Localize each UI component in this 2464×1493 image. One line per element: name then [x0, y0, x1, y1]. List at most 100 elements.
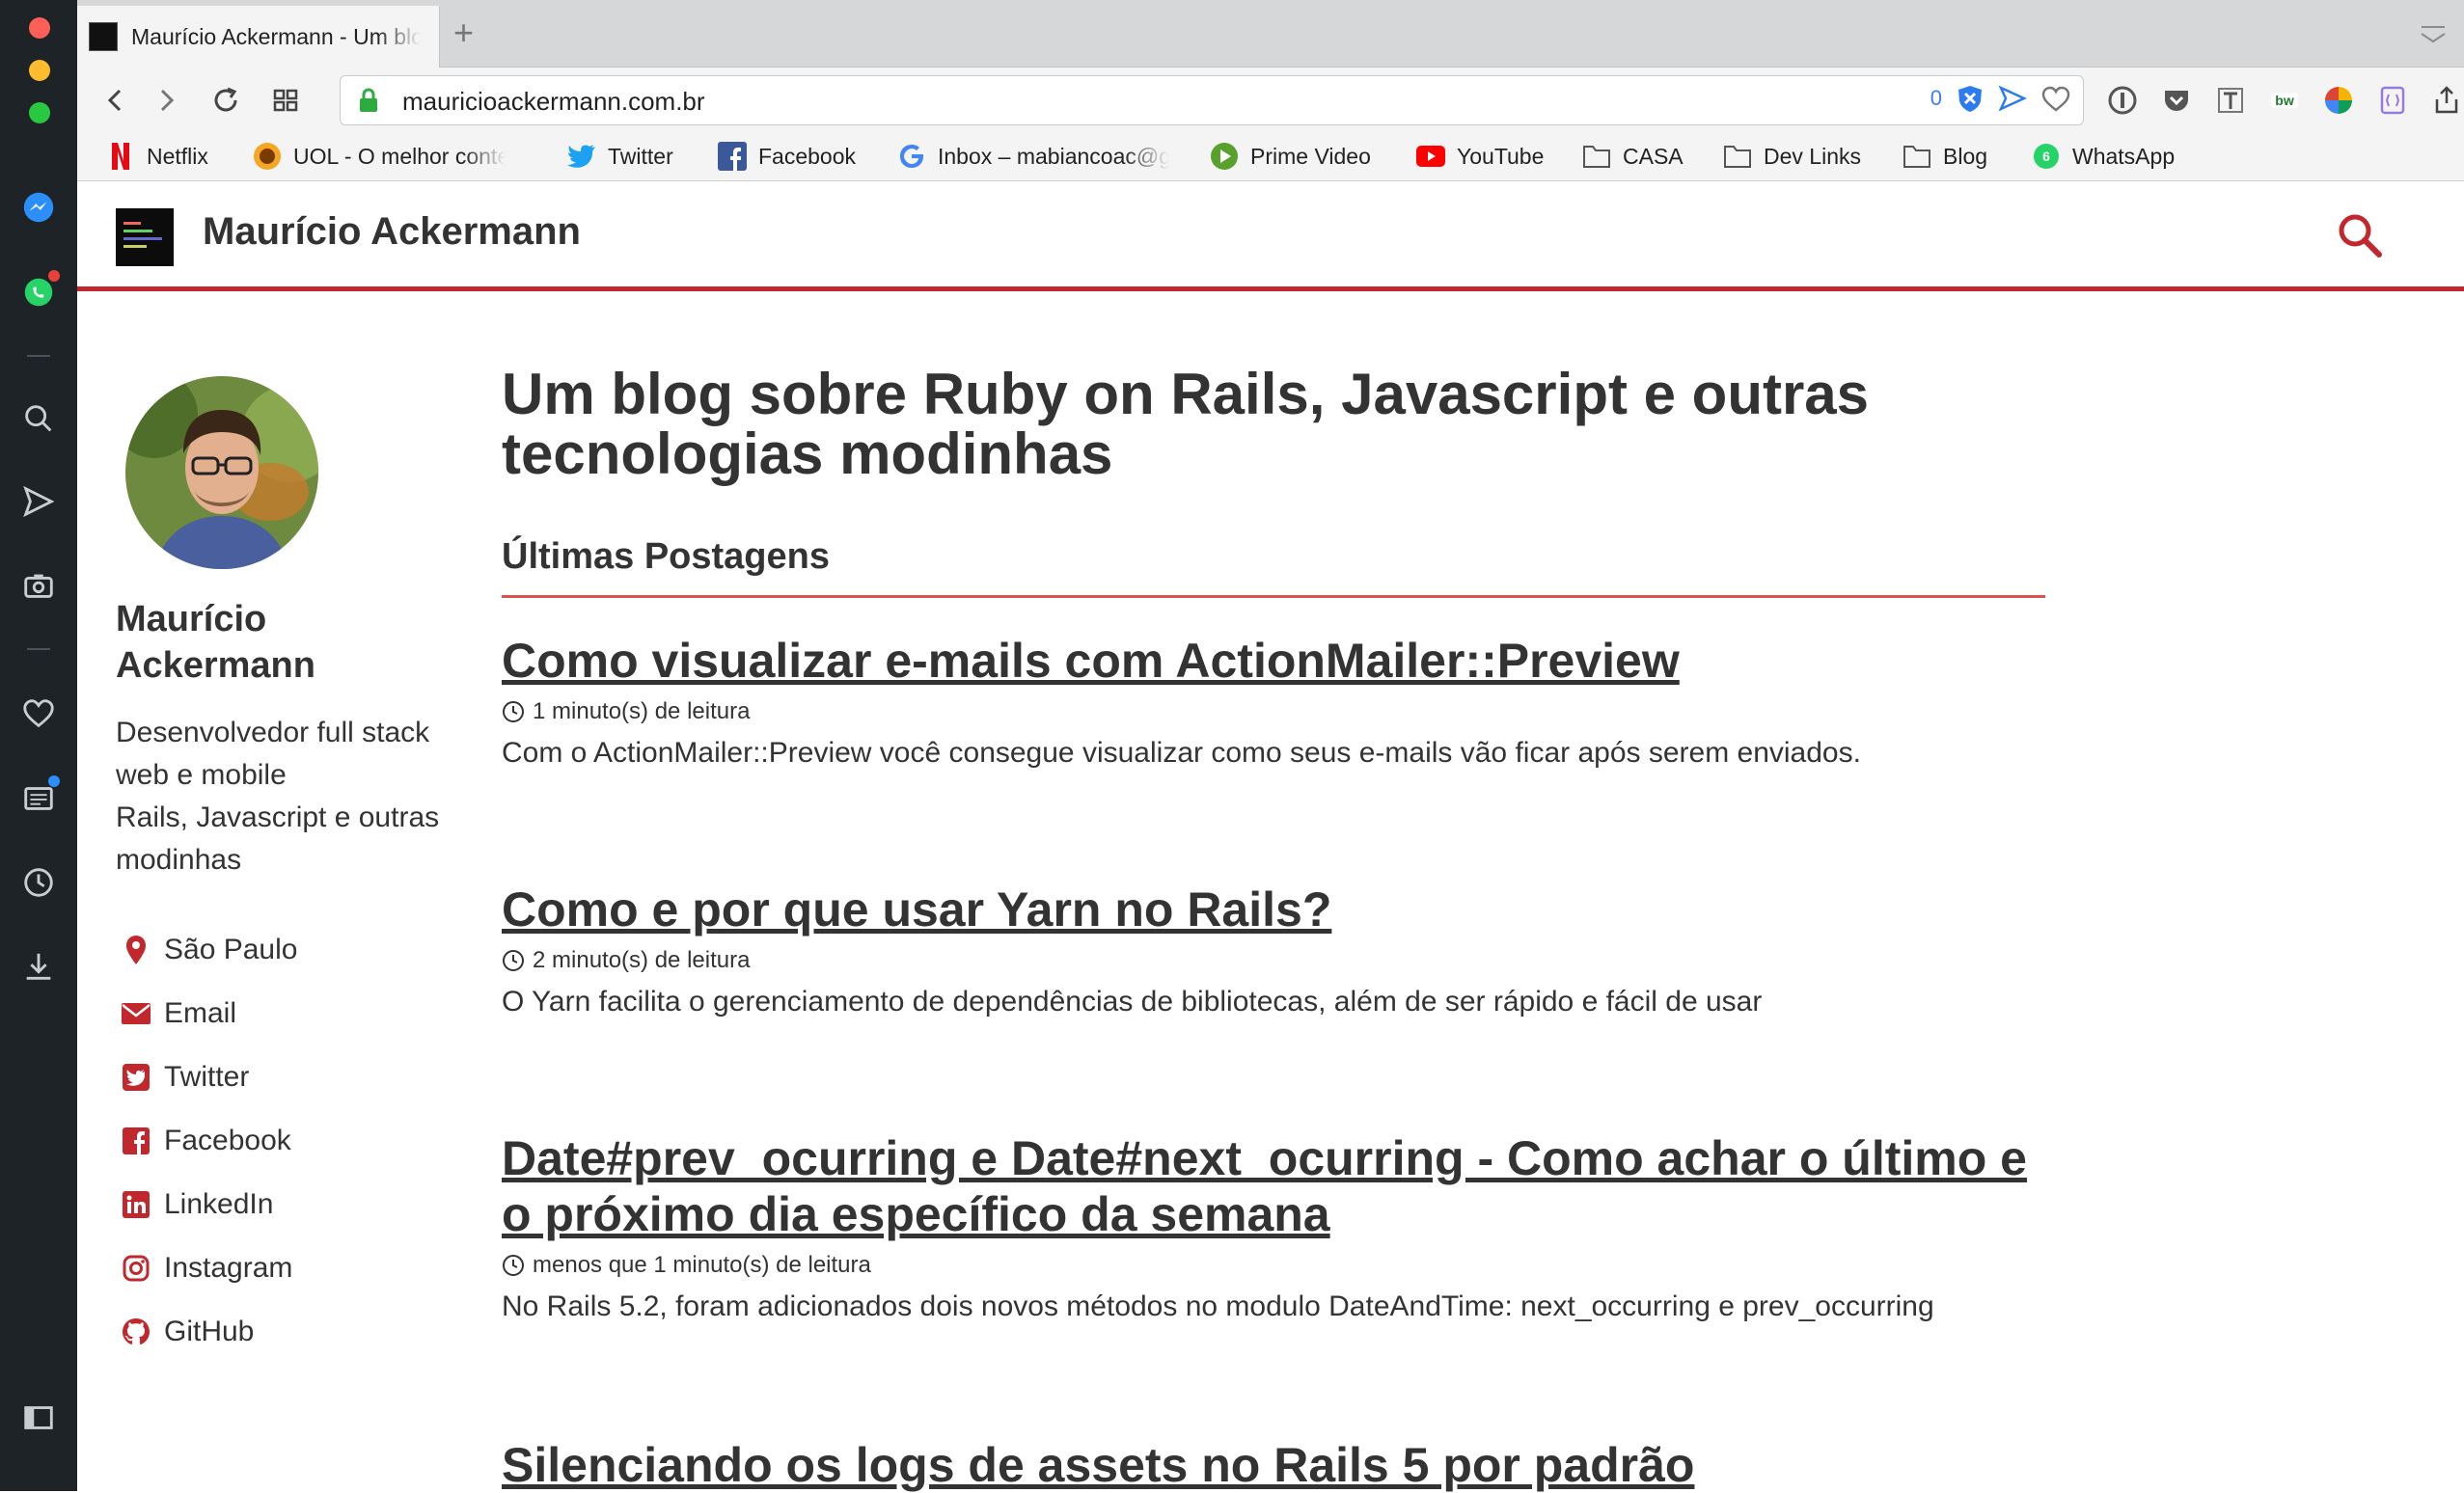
back-button[interactable] — [96, 81, 135, 120]
google-icon — [897, 142, 926, 171]
bookmark-twitter[interactable]: Twitter — [567, 141, 673, 172]
post-title-link[interactable]: Date#prev_ocurring e Date#next_ocurring … — [502, 1130, 2045, 1242]
post-item: Como e por que usar Yarn no Rails? 2 min… — [502, 882, 2045, 1018]
onepassword-icon[interactable] — [2103, 81, 2142, 120]
downloads-icon[interactable] — [19, 947, 58, 986]
tab-menu-icon[interactable] — [2418, 21, 2449, 46]
bookmark-folder-dev-links[interactable]: Dev Links — [1723, 141, 1861, 172]
post-reading-time: 1 minuto(s) de leitura — [502, 698, 2045, 725]
post-excerpt: No Rails 5.2, foram adicionados dois nov… — [502, 1290, 1934, 1322]
secure-lock-icon[interactable] — [358, 88, 379, 113]
text-extension-icon[interactable] — [2211, 81, 2250, 120]
prime-video-icon — [1210, 142, 1239, 171]
url-text[interactable]: mauricioackermann.com.br — [402, 87, 705, 117]
bookmark-netflix[interactable]: Netflix — [106, 141, 208, 172]
github-icon — [120, 1316, 152, 1348]
facebook-icon — [120, 1125, 152, 1157]
author-location: São Paulo — [120, 918, 297, 982]
post-title-link[interactable]: Como e por que usar Yarn no Rails? — [502, 882, 2045, 937]
author-links: São Paulo Email Twitter Facebook LinkedI… — [120, 918, 297, 1364]
author-name: Maurício Ackermann — [116, 599, 315, 686]
json-extension-icon[interactable] — [2373, 81, 2412, 120]
bookmark-youtube[interactable]: YouTube — [1416, 141, 1544, 172]
send-to-flow-icon[interactable] — [1998, 84, 2027, 113]
minimize-window-button[interactable] — [29, 60, 50, 81]
clock-icon — [503, 1255, 524, 1276]
bw-extension-icon[interactable]: bw — [2265, 81, 2304, 120]
zoom-window-button[interactable] — [29, 102, 50, 123]
svg-text:bw: bw — [2275, 93, 2294, 108]
active-tab[interactable]: Maurício Ackermann - Um blog sobre Ruby … — [77, 6, 440, 68]
tabs-grid-button[interactable] — [266, 81, 305, 120]
post-excerpt: O Yarn facilita o gerenciamento de depen… — [502, 986, 1763, 1018]
site-title[interactable]: Maurício Ackermann — [203, 210, 581, 254]
post-title-link[interactable]: Como visualizar e-mails com ActionMailer… — [502, 633, 2045, 689]
bookmarks-bar: Netflix UOL - O melhor conteúdo Twitter … — [77, 133, 2464, 181]
browser-sidebar — [0, 0, 77, 1491]
blocked-count: 0 — [1930, 86, 1942, 110]
author-linkedin-link[interactable]: LinkedIn — [120, 1173, 297, 1236]
close-window-button[interactable] — [29, 17, 50, 39]
post-item: Silenciando os logs de assets no Rails 5… — [502, 1437, 2045, 1493]
new-tab-button[interactable]: + — [453, 15, 474, 50]
folder-icon — [1582, 142, 1611, 171]
linkedin-icon — [120, 1188, 152, 1221]
bookmark-whatsapp[interactable]: 6 WhatsApp — [2032, 141, 2175, 172]
author-instagram-link[interactable]: Instagram — [120, 1236, 297, 1300]
bookmark-heart-icon[interactable] — [2040, 84, 2071, 113]
color-picker-icon[interactable] — [2319, 81, 2358, 120]
reload-button[interactable] — [206, 81, 245, 120]
forward-button[interactable] — [147, 81, 185, 120]
author-avatar — [125, 376, 318, 569]
tab-title: Maurício Ackermann - Um blog sobre Ruby … — [131, 23, 421, 49]
site-masthead: Maurício Ackermann — [77, 181, 2464, 291]
page-headline: Um blog sobre Ruby on Rails, Javascript … — [502, 362, 1870, 486]
navigation-bar: mauricioackermann.com.br 0 bw — [77, 68, 2464, 133]
netflix-icon — [106, 142, 135, 171]
twitter-icon — [120, 1061, 152, 1094]
post-item: Date#prev_ocurring e Date#next_ocurring … — [502, 1130, 2045, 1323]
search-icon[interactable] — [19, 399, 58, 438]
author-facebook-link[interactable]: Facebook — [120, 1109, 297, 1173]
notification-dot — [48, 270, 60, 282]
post-reading-time: menos que 1 minuto(s) de leitura — [502, 1252, 2045, 1279]
flow-send-icon[interactable] — [19, 482, 58, 521]
bookmark-folder-casa[interactable]: CASA — [1582, 141, 1684, 172]
snapshot-camera-icon[interactable] — [19, 566, 58, 605]
ad-blocker-icon[interactable] — [1956, 84, 1985, 113]
bookmark-inbox[interactable]: Inbox – mabiancoac@gmail.com — [897, 141, 1169, 172]
site-logo[interactable] — [116, 208, 174, 266]
messenger-icon[interactable] — [19, 188, 58, 227]
location-icon — [120, 934, 152, 966]
site-favicon — [89, 22, 118, 51]
uol-icon — [253, 142, 282, 171]
post-item: Como visualizar e-mails com ActionMailer… — [502, 633, 2045, 770]
share-icon[interactable] — [2427, 81, 2464, 120]
folder-icon — [1723, 142, 1752, 171]
search-icon[interactable] — [2335, 210, 2385, 260]
post-title-link[interactable]: Silenciando os logs de assets no Rails 5… — [502, 1437, 2045, 1493]
instagram-icon — [120, 1252, 152, 1285]
bookmark-uol[interactable]: UOL - O melhor conteúdo — [253, 141, 506, 172]
email-icon — [120, 997, 152, 1030]
folder-icon — [1903, 142, 1931, 171]
address-bar[interactable]: mauricioackermann.com.br 0 — [340, 75, 2084, 125]
history-clock-icon[interactable] — [19, 863, 58, 902]
toggle-sidebar-icon[interactable] — [19, 1398, 58, 1437]
author-github-link[interactable]: GitHub — [120, 1300, 297, 1364]
clock-icon — [503, 950, 524, 971]
bookmark-prime-video[interactable]: Prime Video — [1210, 141, 1371, 172]
author-twitter-link[interactable]: Twitter — [120, 1045, 297, 1109]
post-excerpt: Com o ActionMailer::Preview você consegu… — [502, 737, 1861, 769]
youtube-icon — [1416, 142, 1445, 171]
bookmark-folder-blog[interactable]: Blog — [1903, 141, 1987, 172]
pocket-icon[interactable] — [2157, 81, 2196, 120]
facebook-icon — [718, 142, 747, 171]
twitter-icon — [567, 142, 596, 171]
web-page: Maurício Ackermann Maurício Ackermann De… — [77, 181, 2464, 1493]
clock-icon — [503, 701, 524, 722]
notification-dot — [48, 775, 60, 787]
author-email-link[interactable]: Email — [120, 982, 297, 1045]
bookmarks-heart-icon[interactable] — [19, 694, 58, 733]
bookmark-facebook[interactable]: Facebook — [718, 141, 856, 172]
